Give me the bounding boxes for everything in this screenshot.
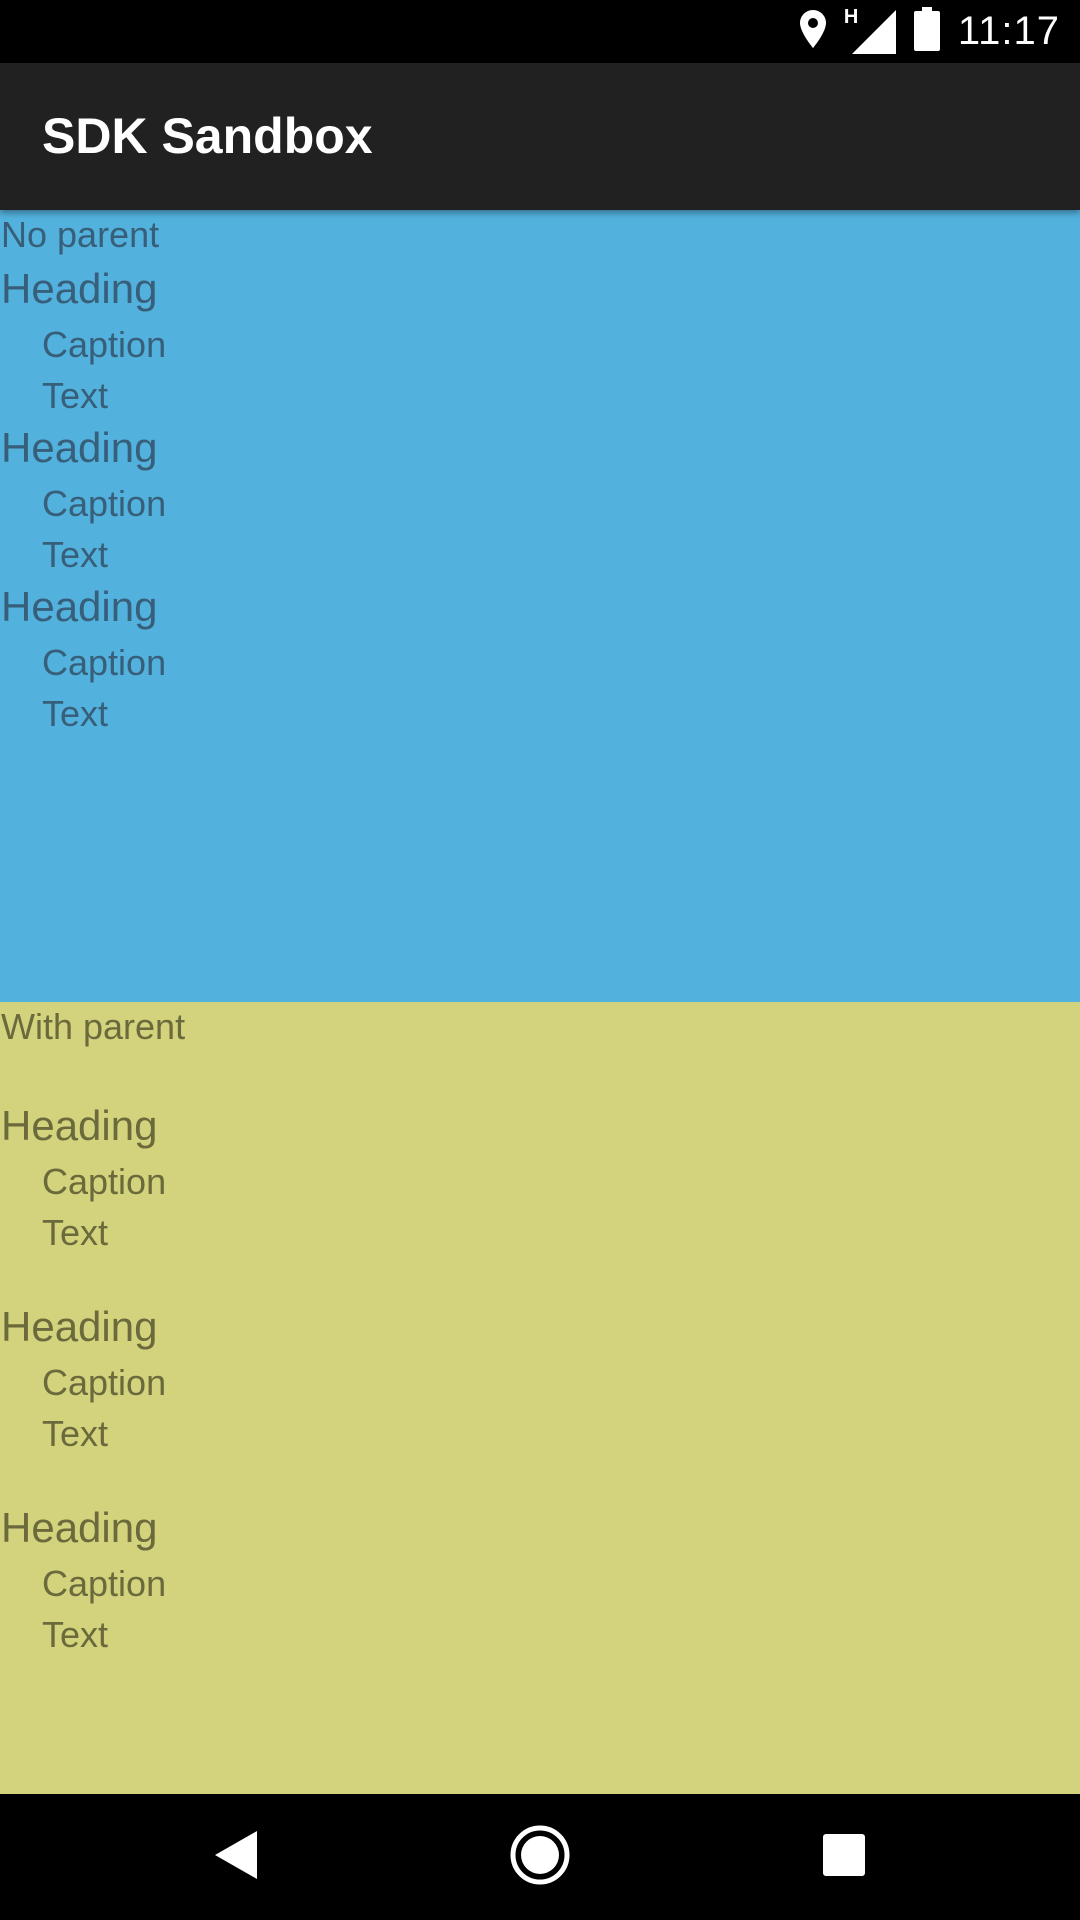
heading: Heading: [1, 265, 158, 312]
no-parent-panel: No parent Heading Caption Text Heading C…: [0, 210, 1080, 1002]
section-label: With parent: [1, 1006, 186, 1047]
heading: Heading: [1, 1504, 158, 1551]
status-icons: H 11:17: [799, 0, 1060, 63]
section-label: No parent: [1, 214, 160, 255]
signal-icon: H: [844, 6, 896, 54]
text-label: Text: [42, 1614, 109, 1655]
text-label: Text: [42, 693, 109, 734]
caption: Caption: [42, 483, 167, 524]
heading: Heading: [1, 1102, 158, 1149]
heading: Heading: [1, 583, 158, 630]
location-icon: [799, 10, 826, 53]
home-button[interactable]: [480, 1794, 600, 1920]
back-button[interactable]: [176, 1794, 296, 1920]
text-label: Text: [42, 534, 109, 575]
recents-icon: [823, 1833, 865, 1881]
status-bar: H 11:17: [0, 0, 1080, 63]
screen: H 11:17 SDK Sandbox No parent Heading Ca…: [0, 0, 1080, 1920]
app-bar: SDK Sandbox: [0, 63, 1080, 210]
caption: Caption: [42, 1563, 167, 1604]
with-parent-panel: With parent Heading Caption Text Heading…: [0, 1002, 1080, 1794]
text-label: Text: [42, 1413, 109, 1454]
home-icon: [509, 1824, 571, 1891]
heading: Heading: [1, 424, 158, 471]
battery-icon: [913, 7, 940, 56]
text-label: Text: [42, 375, 109, 416]
text-label: Text: [42, 1212, 109, 1253]
heading: Heading: [1, 1303, 158, 1350]
app-title: SDK Sandbox: [42, 108, 373, 164]
caption: Caption: [42, 324, 167, 365]
navigation-bar: [0, 1794, 1080, 1920]
status-time: 11:17: [957, 9, 1060, 53]
back-icon: [215, 1830, 257, 1884]
recents-button[interactable]: [784, 1794, 904, 1920]
caption: Caption: [42, 1362, 167, 1403]
caption: Caption: [42, 1161, 167, 1202]
caption: Caption: [42, 642, 167, 683]
